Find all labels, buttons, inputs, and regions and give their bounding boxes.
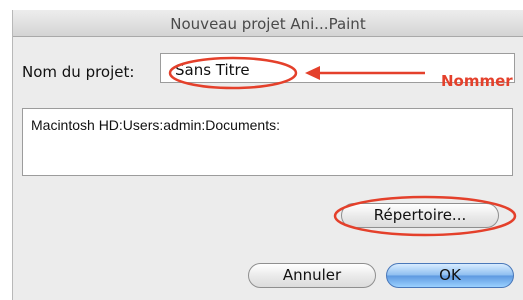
annotation-overlay <box>168 56 517 237</box>
annotation-label: Nommer <box>441 72 513 90</box>
arrow-head-icon <box>305 66 320 80</box>
directory-highlight-ellipse <box>333 195 517 237</box>
name-highlight-ellipse <box>168 56 298 90</box>
